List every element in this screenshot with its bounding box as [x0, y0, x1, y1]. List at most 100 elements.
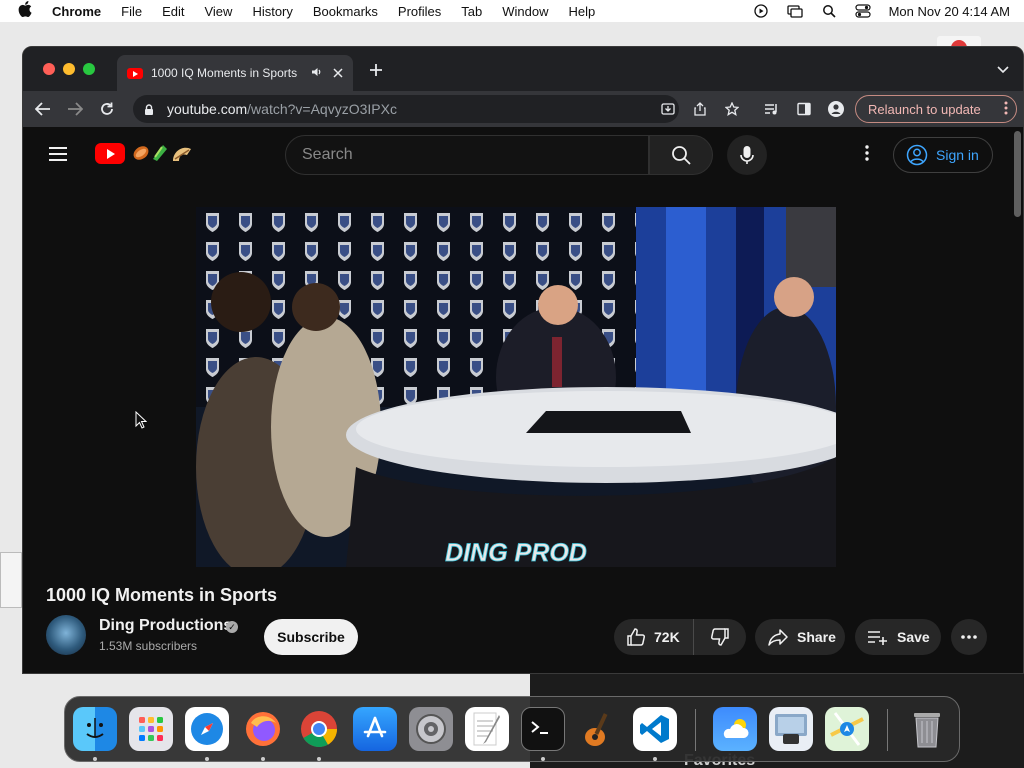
- weather-icon[interactable]: [713, 707, 757, 751]
- voice-search-button[interactable]: [727, 135, 767, 175]
- search-button[interactable]: [649, 135, 713, 175]
- install-app-icon[interactable]: [660, 101, 676, 117]
- menu-clock[interactable]: Mon Nov 20 4:14 AM: [889, 4, 1010, 19]
- dislike-button[interactable]: [694, 627, 746, 647]
- youtube-doodle-icon[interactable]: [129, 141, 195, 165]
- chrome-menu-icon[interactable]: [1004, 101, 1008, 118]
- chrome-running-dot: [317, 757, 321, 761]
- firefox-icon[interactable]: [241, 707, 285, 751]
- spotlight-search-icon[interactable]: [821, 4, 837, 18]
- menu-edit[interactable]: Edit: [162, 4, 184, 19]
- finder-running-dot: [93, 757, 97, 761]
- background-window: [0, 552, 22, 608]
- trash-icon[interactable]: [905, 707, 949, 751]
- vscode-running-dot: [653, 757, 657, 761]
- reload-button[interactable]: [95, 97, 119, 121]
- dock-separator: [695, 709, 696, 751]
- menu-file[interactable]: File: [121, 4, 142, 19]
- menu-window[interactable]: Window: [502, 4, 548, 19]
- youtube-favicon-icon: [127, 67, 143, 79]
- back-button[interactable]: [31, 97, 55, 121]
- system-settings-icon[interactable]: [409, 707, 453, 751]
- forward-button[interactable]: [63, 97, 87, 121]
- subscribe-button[interactable]: Subscribe: [264, 619, 358, 655]
- video-watermark: DING PROD: [445, 539, 587, 567]
- menu-bar: Chrome File Edit View History Bookmarks …: [0, 0, 1024, 22]
- youtube-logo-icon[interactable]: [95, 143, 125, 164]
- subscriber-count: 1.53M subscribers: [99, 639, 198, 653]
- url-path: /watch?v=AqvyzO3IPXc: [247, 101, 397, 117]
- account-circle-icon: [906, 144, 928, 166]
- active-tab[interactable]: 1000 IQ Moments in Sports: [117, 55, 353, 91]
- channel-avatar[interactable]: [46, 615, 86, 655]
- search-input[interactable]: Search: [285, 135, 649, 175]
- screen-mirroring-icon[interactable]: [786, 4, 803, 18]
- subscribe-label: Subscribe: [277, 629, 345, 645]
- media-play-icon[interactable]: [753, 4, 769, 18]
- more-actions-button[interactable]: [951, 619, 987, 655]
- dock: [64, 696, 960, 762]
- like-button[interactable]: 72K: [614, 619, 694, 655]
- terminal-running-dot: [541, 757, 545, 761]
- maps-icon[interactable]: [825, 707, 869, 751]
- page-scrollbar[interactable]: [1014, 131, 1021, 217]
- sign-in-button[interactable]: Sign in: [893, 137, 993, 173]
- save-button[interactable]: Save: [855, 619, 941, 655]
- garageband-icon[interactable]: [577, 707, 621, 751]
- control-center-icon[interactable]: [854, 4, 871, 18]
- microphone-icon: [740, 146, 754, 164]
- video-frame: DING PROD: [196, 207, 836, 567]
- preview-icon[interactable]: [769, 707, 813, 751]
- channel-name[interactable]: Ding Productions: [99, 617, 232, 635]
- relaunch-to-update-button[interactable]: Relaunch to update: [855, 95, 1017, 123]
- share-button[interactable]: Share: [755, 619, 845, 655]
- tab-close-icon[interactable]: [333, 66, 343, 81]
- url-host: youtube.com: [167, 101, 248, 117]
- media-controls-icon[interactable]: [764, 101, 780, 117]
- terminal-icon[interactable]: [521, 707, 565, 751]
- share-page-icon[interactable]: [692, 101, 708, 117]
- video-player[interactable]: DING PROD: [196, 207, 836, 567]
- profile-icon[interactable]: [828, 101, 844, 117]
- textedit-icon[interactable]: [465, 707, 509, 751]
- dock-separator-trash: [887, 709, 888, 751]
- bookmark-star-icon[interactable]: [724, 101, 740, 117]
- side-panel-icon[interactable]: [796, 101, 812, 117]
- save-label: Save: [897, 629, 930, 645]
- app-store-icon[interactable]: [353, 707, 397, 751]
- menu-profiles[interactable]: Profiles: [398, 4, 441, 19]
- video-title: 1000 IQ Moments in Sports: [46, 585, 278, 605]
- menu-bookmarks[interactable]: Bookmarks: [313, 4, 378, 19]
- apple-icon[interactable]: [18, 1, 34, 21]
- thumbs-down-icon: [710, 628, 729, 646]
- vscode-icon[interactable]: [633, 707, 677, 751]
- site-info-icon[interactable]: [143, 103, 155, 115]
- firefox-running-dot: [261, 757, 265, 761]
- launchpad-icon[interactable]: [129, 707, 173, 751]
- audio-playing-icon[interactable]: [311, 67, 323, 80]
- chrome-icon[interactable]: [297, 707, 341, 751]
- more-horizontal-icon: [961, 635, 977, 639]
- search-placeholder: Search: [302, 146, 353, 163]
- settings-menu-icon[interactable]: [861, 145, 873, 165]
- youtube-page: Search Sign in DING PROD 1000 IQ Moments…: [23, 127, 1023, 673]
- relaunch-label: Relaunch to update: [868, 101, 981, 117]
- menu-tab[interactable]: Tab: [461, 4, 482, 19]
- tab-search-chevron-icon[interactable]: [997, 63, 1009, 77]
- menu-view[interactable]: View: [204, 4, 232, 19]
- playlist-add-icon: [868, 631, 887, 645]
- finder-icon[interactable]: [73, 707, 117, 751]
- menu-app-name[interactable]: Chrome: [52, 4, 101, 19]
- safari-icon[interactable]: [185, 707, 229, 751]
- address-bar[interactable]: youtube.com/watch?v=AqvyzO3IPXc: [133, 95, 679, 123]
- search-icon: [672, 146, 691, 165]
- share-arrow-icon: [768, 629, 788, 646]
- window-minimize-button[interactable]: [63, 63, 75, 75]
- window-fullscreen-button[interactable]: [83, 63, 95, 75]
- new-tab-button[interactable]: [369, 60, 383, 83]
- menu-history[interactable]: History: [252, 4, 292, 19]
- chrome-window: 1000 IQ Moments in Sports youtube.com /w…: [22, 46, 1024, 674]
- window-close-button[interactable]: [43, 63, 55, 75]
- menu-help[interactable]: Help: [569, 4, 596, 19]
- guide-menu-icon[interactable]: [49, 147, 67, 161]
